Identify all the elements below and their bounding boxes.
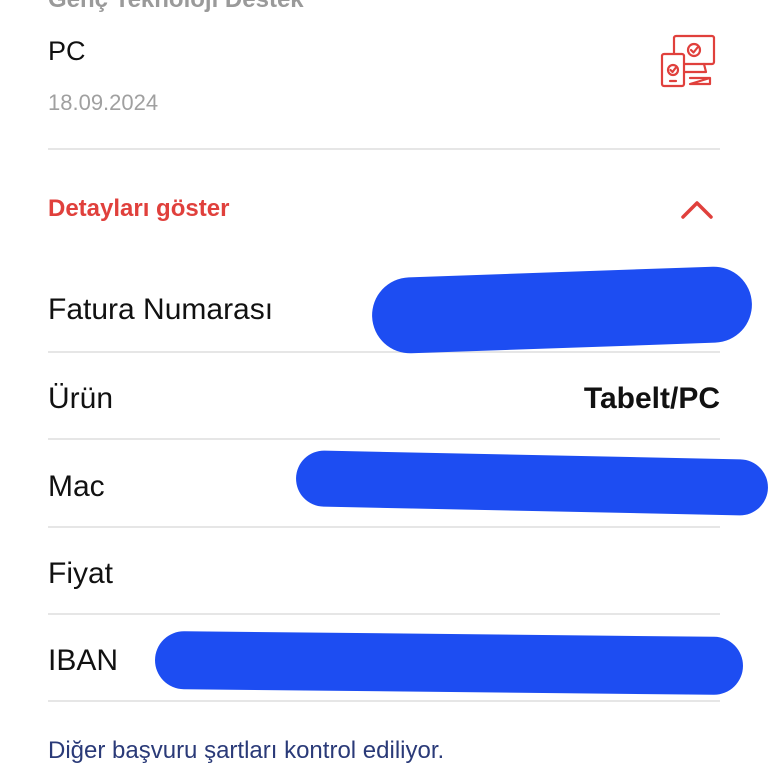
row-label: Fatura Numarası xyxy=(48,293,274,326)
redaction-mark xyxy=(154,630,744,696)
section-title: Genç Teknoloji Destek xyxy=(48,0,304,14)
detail-row-product: Ürün Tabelt/PC xyxy=(48,355,720,443)
divider xyxy=(48,351,720,353)
row-label: Mac xyxy=(48,470,105,503)
redaction-mark xyxy=(295,450,768,516)
divider xyxy=(48,438,720,440)
status-message: Diğer başvuru şartları kontrol ediliyor. xyxy=(48,737,445,764)
item-date: 18.09.2024 xyxy=(48,90,159,115)
row-label: Ürün xyxy=(48,382,114,415)
divider xyxy=(48,700,720,702)
devices-icon xyxy=(660,34,716,88)
item-title: PC xyxy=(48,36,86,66)
row-label: IBAN xyxy=(48,644,119,677)
detail-row-price: Fiyat xyxy=(48,530,720,618)
row-value: Tabelt/PC xyxy=(583,382,720,415)
redaction-mark xyxy=(370,265,754,355)
divider xyxy=(48,613,720,615)
details-toggle-label[interactable]: Detayları göster xyxy=(48,195,229,223)
divider xyxy=(48,148,720,150)
divider xyxy=(48,526,720,528)
row-label: Fiyat xyxy=(48,557,114,590)
application-detail-screen: Genç Teknoloji Destek PC 18.09.2024 Deta… xyxy=(0,0,768,768)
chevron-up-icon[interactable] xyxy=(680,198,714,220)
